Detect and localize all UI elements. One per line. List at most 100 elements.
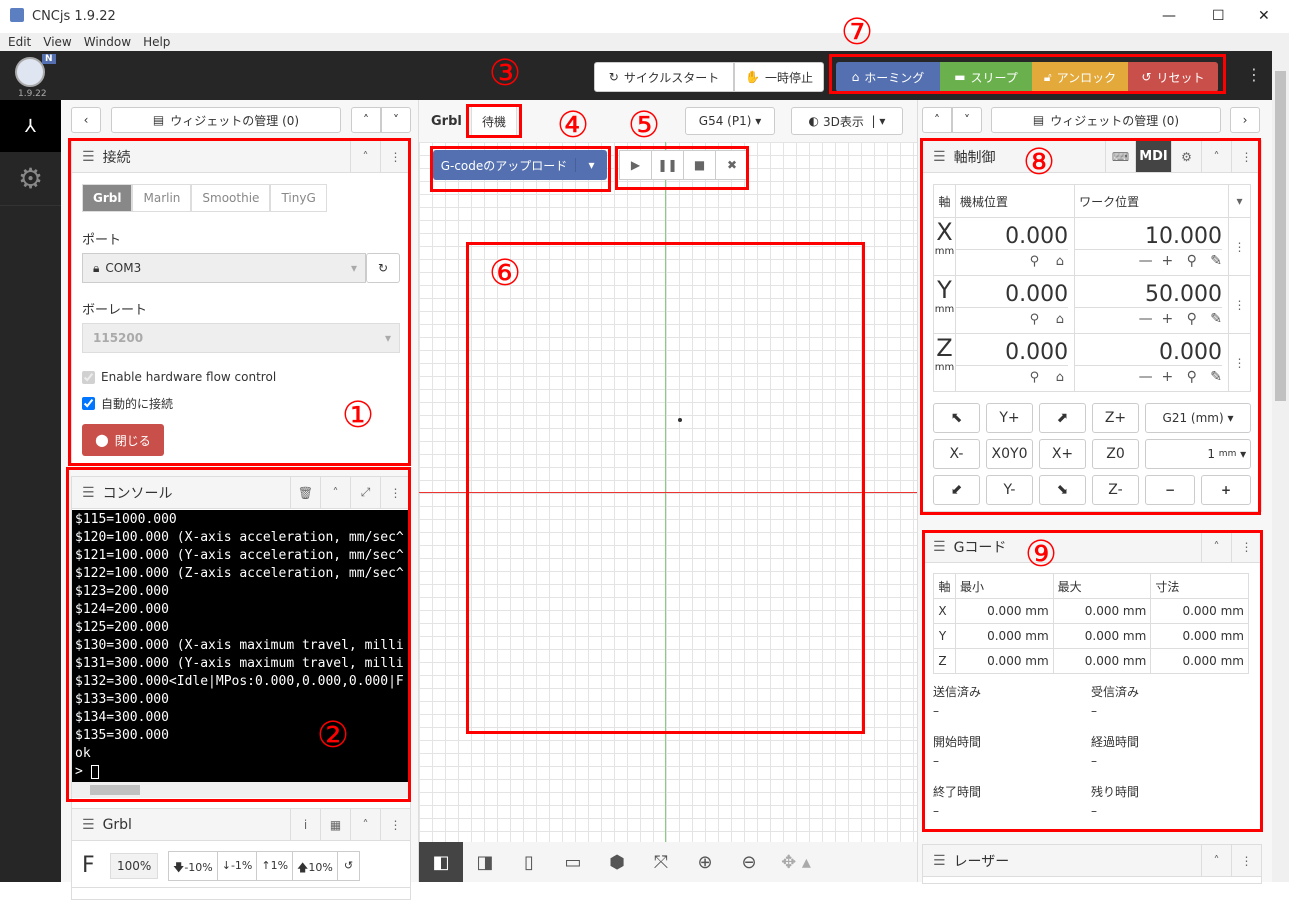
- go-to-icon[interactable]: ⚲: [1030, 312, 1040, 327]
- menu-help[interactable]: Help: [143, 35, 170, 49]
- collapse-icon[interactable]: ˄: [1201, 531, 1231, 562]
- minus-icon[interactable]: —: [1139, 253, 1153, 269]
- page-scrollbar[interactable]: [1272, 51, 1289, 882]
- home-icon[interactable]: ⌂: [1056, 254, 1064, 269]
- keyboard-icon[interactable]: ⌨: [1105, 141, 1135, 172]
- sleep-button[interactable]: ▬ スリープ: [940, 62, 1032, 92]
- manage-widgets-button[interactable]: ▤ ウィジェットの管理 (0): [111, 107, 341, 133]
- go-to-icon[interactable]: ⚲: [1187, 253, 1197, 269]
- expand-icon[interactable]: ⤢: [350, 477, 380, 508]
- feed-minus-10-button[interactable]: 🡇-10%: [169, 852, 218, 880]
- plus-icon[interactable]: +: [1162, 369, 1174, 385]
- tab-smoothie[interactable]: Smoothie: [191, 184, 271, 212]
- auto-connect-check[interactable]: [82, 397, 95, 410]
- jog-y-minus-button[interactable]: Y-: [986, 475, 1033, 505]
- caret-down-icon[interactable]: ▾: [575, 158, 607, 172]
- edit-icon[interactable]: ✎: [1210, 253, 1222, 269]
- refresh-ports-button[interactable]: ↻: [366, 253, 400, 283]
- axis-more-icon[interactable]: ⋮: [1228, 217, 1251, 276]
- 3d-view-toggle[interactable]: ◐ 3D表示 | ▾: [791, 107, 903, 135]
- axes-nav-icon[interactable]: ⅄: [0, 100, 61, 152]
- go-to-icon[interactable]: ⚲: [1187, 311, 1197, 327]
- edit-icon[interactable]: ✎: [1210, 311, 1222, 327]
- collapse-icon[interactable]: ˄: [320, 477, 350, 508]
- front-view-icon[interactable]: ▯: [507, 842, 551, 882]
- close-icon[interactable]: ✖: [716, 151, 748, 179]
- step-increase-button[interactable]: +: [1201, 475, 1251, 505]
- horizontal-scrollbar[interactable]: [72, 782, 410, 798]
- pause-icon[interactable]: ❚❚: [652, 151, 684, 179]
- drag-handle-icon[interactable]: ☰: [933, 539, 946, 555]
- jog-xplus-yplus-icon[interactable]: ⬈: [1039, 403, 1086, 433]
- side-view-icon[interactable]: ▭: [551, 842, 595, 882]
- plus-icon[interactable]: +: [1162, 311, 1174, 327]
- close-window-button[interactable]: ✕: [1258, 8, 1270, 24]
- go-to-icon[interactable]: ⚲: [1030, 254, 1040, 269]
- units-dropdown[interactable]: G21 (mm) ▾: [1145, 403, 1251, 433]
- drag-handle-icon[interactable]: ☰: [933, 853, 946, 869]
- tab-marlin[interactable]: Marlin: [132, 184, 192, 212]
- drag-handle-icon[interactable]: ☰: [82, 485, 95, 501]
- feed-hold-button[interactable]: ✋ 一時停止: [734, 62, 824, 92]
- zoom-in-icon[interactable]: ⊕: [683, 842, 727, 882]
- scroll-up-button[interactable]: ˄: [922, 107, 952, 133]
- tab-grbl[interactable]: Grbl: [82, 184, 133, 212]
- collapse-icon[interactable]: ˄: [1201, 141, 1231, 172]
- pan-icon[interactable]: ✥ ▴: [771, 842, 821, 882]
- fit-view-icon[interactable]: ⤧: [639, 842, 683, 882]
- menu-window[interactable]: Window: [84, 35, 131, 49]
- zoom-out-icon[interactable]: ⊖: [727, 842, 771, 882]
- more-icon[interactable]: ⋮: [1231, 845, 1261, 876]
- gear-icon[interactable]: ⚙: [1171, 141, 1201, 172]
- upload-gcode-button[interactable]: G-codeのアップロード ▾: [433, 150, 607, 180]
- jog-x-minus-button[interactable]: X-: [933, 439, 980, 469]
- minimize-button[interactable]: —: [1162, 8, 1176, 24]
- maximize-button[interactable]: ☐: [1212, 8, 1225, 24]
- logo[interactable]: [15, 57, 45, 87]
- cube-icon[interactable]: ⬢: [595, 842, 639, 882]
- 3d-visualizer-canvas[interactable]: G-codeのアップロード ▾ ▶ ❚❚ ■ ✖: [419, 142, 917, 842]
- console-cursor[interactable]: [90, 764, 99, 779]
- plus-icon[interactable]: +: [1162, 253, 1174, 269]
- wcs-dropdown[interactable]: G54 (P1) ▾: [685, 107, 775, 135]
- baud-select[interactable]: 115200 ▾: [82, 323, 400, 353]
- manage-widgets-button[interactable]: ▤ ウィジェットの管理 (0): [991, 107, 1221, 133]
- edit-icon[interactable]: ✎: [1210, 369, 1222, 385]
- minus-icon[interactable]: —: [1139, 369, 1153, 385]
- collapse-left-button[interactable]: ‹: [71, 107, 101, 133]
- jog-z-minus-button[interactable]: Z-: [1092, 475, 1139, 505]
- jog-xminus-yplus-icon[interactable]: ⬉: [933, 403, 980, 433]
- feed-minus-1-button[interactable]: ↓-1%: [218, 852, 258, 880]
- drag-handle-icon[interactable]: ☰: [82, 817, 95, 833]
- 3d-view-icon[interactable]: ◧: [419, 842, 463, 882]
- jog-y-plus-button[interactable]: Y+: [986, 403, 1033, 433]
- more-icon[interactable]: ⋮: [380, 141, 410, 172]
- jog-x-plus-button[interactable]: X+: [1039, 439, 1086, 469]
- jog-xminus-yminus-icon[interactable]: ⬋: [933, 475, 980, 505]
- axis-more-icon[interactable]: ⋮: [1228, 333, 1251, 392]
- tab-tinyg[interactable]: TinyG: [270, 184, 327, 212]
- axis-more-icon[interactable]: ⋮: [1228, 275, 1251, 334]
- trash-icon[interactable]: 🗑︎: [290, 477, 320, 508]
- home-icon[interactable]: ⌂: [1056, 312, 1064, 327]
- more-icon[interactable]: ⋮: [380, 809, 410, 840]
- home-icon[interactable]: ⌂: [1056, 370, 1064, 385]
- homing-button[interactable]: ⌂ ホーミング: [836, 62, 940, 92]
- minus-icon[interactable]: —: [1139, 311, 1153, 327]
- scroll-down-button[interactable]: ˅: [952, 107, 982, 133]
- drag-handle-icon[interactable]: ☰: [82, 149, 95, 165]
- collapse-icon[interactable]: ˄: [1201, 845, 1231, 876]
- more-menu-icon[interactable]: ⋮: [1246, 65, 1262, 84]
- stop-icon[interactable]: ■: [684, 151, 716, 179]
- feed-plus-10-button[interactable]: 🡅10%: [293, 852, 338, 880]
- jog-z-plus-button[interactable]: Z+: [1092, 403, 1139, 433]
- feed-reset-button[interactable]: ↺: [338, 852, 359, 880]
- menu-view[interactable]: View: [43, 35, 71, 49]
- step-decrease-button[interactable]: −: [1145, 475, 1195, 505]
- unlock-button[interactable]: 🔓︎ アンロック: [1032, 62, 1128, 92]
- flow-control-checkbox[interactable]: Enable hardware flow control: [82, 370, 276, 384]
- close-connection-button[interactable]: ⬤ 閉じる: [82, 424, 164, 456]
- caret-down-icon[interactable]: ▾: [1228, 184, 1251, 218]
- collapse-icon[interactable]: ˄: [350, 809, 380, 840]
- more-icon[interactable]: ⋮: [1231, 531, 1261, 562]
